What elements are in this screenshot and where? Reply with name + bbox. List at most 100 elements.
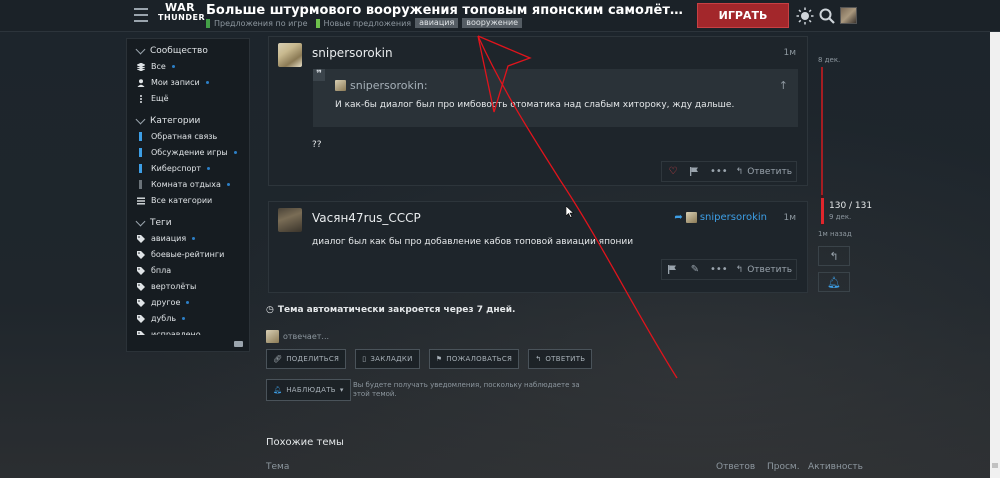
tag-icon xyxy=(137,266,145,275)
unread-dot xyxy=(182,317,186,320)
category-color-bar xyxy=(139,148,142,157)
flag-icon[interactable] xyxy=(684,162,706,181)
unread-dot xyxy=(186,301,190,304)
avatar xyxy=(266,330,279,343)
autoclose-notice: ◷ Тема автоматически закроется через 7 д… xyxy=(266,305,516,315)
sidebar-tag-item[interactable]: исправлено xyxy=(137,330,201,335)
like-icon[interactable]: ♡ xyxy=(662,162,684,181)
topic-meta: Предложения по игре Новые предложения ав… xyxy=(206,17,523,29)
sidebar-item-my-posts[interactable]: Мои записи xyxy=(137,78,209,87)
avatar xyxy=(685,212,697,223)
subcategory-link[interactable]: Новые предложения xyxy=(324,19,412,28)
sidebar-category-lounge[interactable]: Комната отдыха xyxy=(137,180,230,189)
column-header-views[interactable]: Просм. xyxy=(767,462,800,472)
reply-button[interactable]: ↰ Ответить xyxy=(732,162,796,181)
reply-icon: ↰ xyxy=(735,166,744,177)
bookmark-button[interactable]: ▯ ЗАКЛАДКИ xyxy=(355,349,420,369)
sidebar-tag-item[interactable]: боевые-рейтинги xyxy=(137,250,224,259)
sidebar-tag-item[interactable]: дубль xyxy=(137,314,186,323)
theme-icon[interactable] xyxy=(796,7,814,25)
timeline-current-date: 9 дек. xyxy=(829,213,852,221)
post-actions: ✎ ••• ↰ Ответить xyxy=(660,259,797,280)
category-color-bar xyxy=(139,132,142,141)
edit-icon[interactable]: ✎ xyxy=(684,260,706,279)
sidebar-category-all[interactable]: Все категории xyxy=(137,196,212,205)
avatar[interactable] xyxy=(278,208,302,232)
search-icon[interactable] xyxy=(818,7,836,25)
post-time[interactable]: 1м xyxy=(783,213,796,223)
timeline-progress xyxy=(821,67,823,195)
column-header-replies[interactable]: Ответов xyxy=(716,462,755,472)
category-badge xyxy=(206,18,210,28)
unread-dot xyxy=(171,65,175,68)
post: Vacян47rus_CCCP ➦ snipersorokin 1м диало… xyxy=(268,201,808,293)
sidebar-item-all[interactable]: Все xyxy=(137,62,175,71)
post: snipersorokin 1м ❞ snipersorokin: ↑ И ка… xyxy=(268,36,808,186)
sidebar-category-esports[interactable]: Киберспорт xyxy=(137,164,211,173)
user-icon xyxy=(137,78,145,87)
tag-icon xyxy=(137,234,145,243)
mouse-cursor-icon xyxy=(566,206,574,218)
category-link[interactable]: Предложения по игре xyxy=(214,19,308,28)
more-icon[interactable]: ••• xyxy=(706,162,732,181)
column-header-topic[interactable]: Тема xyxy=(266,462,289,472)
column-header-activity[interactable]: Активность xyxy=(808,462,863,472)
sidebar-tag-item[interactable]: бпла xyxy=(137,266,171,275)
watch-dropdown[interactable]: 🔔︎ НАБЛЮДАТЬ ▾ xyxy=(266,379,351,401)
subcategory-badge xyxy=(315,18,320,28)
sidebar-section-community[interactable]: Сообщество xyxy=(135,44,208,56)
sidebar-collapse-button[interactable] xyxy=(234,341,243,347)
clock-icon: ◷ xyxy=(266,305,274,315)
scrollbar-thumb[interactable] xyxy=(992,463,998,468)
replying-indicator: отвечает... xyxy=(266,330,329,343)
reply-button[interactable]: ↰ Ответить xyxy=(732,260,796,279)
sidebar-tag-item[interactable]: авиация xyxy=(137,234,196,243)
arrow-up-icon[interactable]: ↑ xyxy=(779,79,788,92)
caret-down-icon: ▾ xyxy=(339,386,344,394)
tag-chip[interactable]: вооружение xyxy=(462,18,523,28)
chevron-down-icon xyxy=(135,114,146,125)
page-scrollbar[interactable] xyxy=(990,32,1000,478)
menu-icon[interactable] xyxy=(134,8,148,22)
unread-dot xyxy=(226,183,230,186)
sidebar-section-tags[interactable]: Теги xyxy=(135,216,172,228)
user-avatar[interactable] xyxy=(840,7,857,24)
reply-to-link[interactable]: ➦ snipersorokin xyxy=(674,212,767,223)
bookmark-icon: ▯ xyxy=(362,355,367,363)
watch-description: Вы будете получать уведомления, поскольк… xyxy=(353,381,580,398)
timeline-handle[interactable] xyxy=(821,198,824,224)
more-icon[interactable]: ••• xyxy=(706,260,732,279)
quote-author[interactable]: snipersorokin: xyxy=(335,79,428,92)
reply-topic-button[interactable]: ↰ ОТВЕТИТЬ xyxy=(528,349,593,369)
link-icon: 🔗︎ xyxy=(273,355,283,363)
sidebar-category-feedback[interactable]: Обратная связь xyxy=(137,132,217,141)
avatar[interactable] xyxy=(278,43,302,67)
timeline-back-button[interactable]: ↰ xyxy=(818,246,850,266)
topic-title[interactable]: Больше штурмового вооружения топовым япо… xyxy=(206,3,686,18)
sidebar-tag-item[interactable]: вертолёты xyxy=(137,282,196,291)
tag-chip[interactable]: авиация xyxy=(415,18,459,28)
chevron-down-icon xyxy=(135,44,146,55)
play-button[interactable]: ИГРАТЬ xyxy=(697,3,789,28)
post-time[interactable]: 1м xyxy=(783,48,796,58)
category-color-bar xyxy=(139,180,142,189)
flag-button[interactable]: ⚑ ПОЖАЛОВАТЬСЯ xyxy=(428,349,520,369)
sidebar-category-game-discussion[interactable]: Обсуждение игры xyxy=(137,148,237,157)
share-button[interactable]: 🔗︎ ПОДЕЛИТЬСЯ xyxy=(266,349,347,369)
sidebar-item-more[interactable]: Ещё xyxy=(137,94,169,103)
unread-dot xyxy=(192,237,196,240)
flag-icon[interactable] xyxy=(662,260,684,279)
unread-dot xyxy=(205,81,209,84)
tag-icon xyxy=(137,314,145,323)
site-logo[interactable]: WAR THUNDER xyxy=(158,2,205,29)
timeline-ago[interactable]: 1м назад xyxy=(818,230,852,238)
tag-icon xyxy=(137,330,145,335)
reply-icon: ↰ xyxy=(735,264,744,275)
timeline-start-date[interactable]: 8 дек. xyxy=(818,56,840,64)
category-color-bar xyxy=(139,164,142,173)
post-username[interactable]: snipersorokin xyxy=(312,46,393,60)
sidebar-tag-item[interactable]: другое xyxy=(137,298,190,307)
timeline-notify-button[interactable]: 🔔︎ xyxy=(818,272,850,292)
post-username[interactable]: Vacян47rus_CCCP xyxy=(312,211,421,225)
sidebar-section-categories[interactable]: Категории xyxy=(135,114,200,126)
